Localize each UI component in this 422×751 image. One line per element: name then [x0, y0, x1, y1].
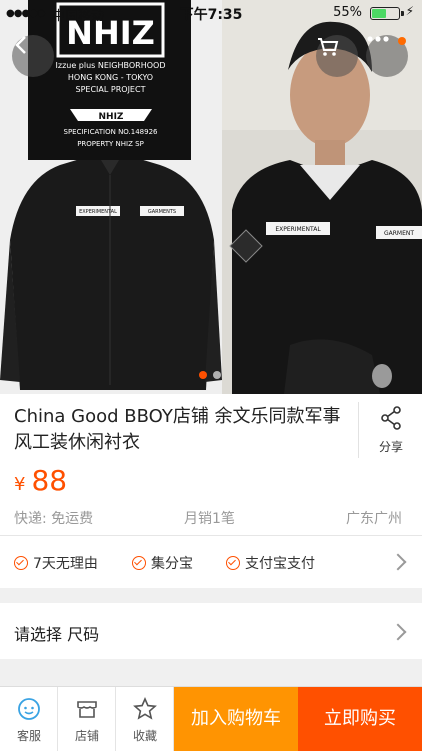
favorite-label: 收藏	[132, 729, 157, 743]
currency-symbol: ¥	[14, 474, 26, 495]
shop-icon	[77, 701, 97, 718]
shirt-patch-left: EXPERIMENTAL	[79, 209, 117, 215]
shop-label: 店铺	[74, 729, 99, 743]
carousel-dot	[199, 371, 207, 379]
carousel-dot	[213, 371, 221, 379]
share-button[interactable]: 分享	[358, 402, 422, 458]
product-photo: EXPERIMENTAL GARMENT EXPERIMENTAL GARMEN…	[0, 0, 422, 394]
check-circle-icon	[14, 556, 28, 570]
share-label: 分享	[378, 440, 403, 454]
more-button[interactable]	[366, 35, 408, 77]
battery-fill	[372, 9, 386, 18]
add-to-cart-button[interactable]: 加入购物车	[174, 687, 298, 751]
label-spec: SPECIFICATION NO.148926	[64, 128, 159, 136]
price-value: 88	[31, 464, 68, 497]
notification-dot	[398, 37, 406, 45]
shop-button[interactable]: 店铺	[58, 687, 116, 751]
shipping-info: 快递: 免运费	[14, 511, 94, 527]
service-label: 集分宝	[151, 556, 193, 572]
select-size-row[interactable]: 请选择 尺码	[0, 603, 422, 659]
location: 广东广州	[346, 511, 402, 527]
photo-patch-right: GARMENT	[384, 230, 414, 237]
share-icon	[381, 406, 401, 430]
status-bar: ●●●●○ 中国移动 下午7:35 55% ⚡	[0, 0, 422, 26]
label-property: PROPERTY NHIZ SP	[77, 140, 144, 148]
check-circle-icon	[132, 556, 146, 570]
back-button[interactable]	[12, 35, 54, 77]
label-brand-small: NHIZ	[99, 112, 124, 122]
star-icon	[133, 697, 157, 720]
product-image-carousel[interactable]: EXPERIMENTAL GARMENT EXPERIMENTAL GARMEN…	[0, 0, 422, 394]
label-line2: HONG KONG - TOKYO	[68, 73, 153, 82]
check-circle-icon	[226, 556, 240, 570]
service-item: 7天无理由	[14, 553, 98, 573]
chevron-right-icon	[389, 623, 407, 641]
battery-icon	[370, 7, 404, 20]
customer-service-button[interactable]: 客服	[0, 687, 58, 751]
customer-service-label: 客服	[16, 729, 41, 743]
monthly-sales: 月销1笔	[184, 511, 235, 527]
label-line3: SPECIAL PROJECT	[76, 85, 146, 94]
shirt-patch-right: GARMENTS	[148, 209, 176, 215]
more-icon	[367, 36, 389, 42]
product-title: China Good BBOY店铺 余文乐同款军事风工装休闲衬衣	[14, 406, 341, 453]
battery-percent: 55%	[333, 5, 362, 20]
bottom-action-bar: 客服 店铺 收藏 加入购物车 立即购买	[0, 686, 422, 751]
chevron-left-icon	[15, 36, 26, 54]
chevron-right-icon	[389, 553, 407, 571]
charging-icon: ⚡	[405, 4, 414, 18]
photo-patch-left: EXPERIMENTAL	[275, 226, 321, 233]
label-line1: Izzue plus NEIGHBORHOOD	[56, 61, 166, 70]
cart-icon	[318, 38, 339, 56]
service-item: 集分宝	[132, 553, 193, 573]
service-guarantees[interactable]: 7天无理由 集分宝 支付宝支付	[0, 535, 422, 588]
buy-now-button[interactable]: 立即购买	[298, 687, 422, 751]
product-info: China Good BBOY店铺 余文乐同款军事风工装休闲衬衣 分享 ¥88 …	[0, 394, 422, 535]
price: ¥88	[14, 464, 67, 497]
service-label: 支付宝支付	[245, 556, 315, 572]
favorite-button[interactable]: 收藏	[116, 687, 174, 751]
service-label: 7天无理由	[33, 556, 98, 572]
select-size-label: 请选择 尺码	[14, 625, 100, 644]
customer-service-icon	[18, 698, 40, 720]
cart-button[interactable]	[316, 35, 358, 77]
carousel-indicator	[196, 364, 224, 383]
service-item: 支付宝支付	[226, 553, 315, 573]
